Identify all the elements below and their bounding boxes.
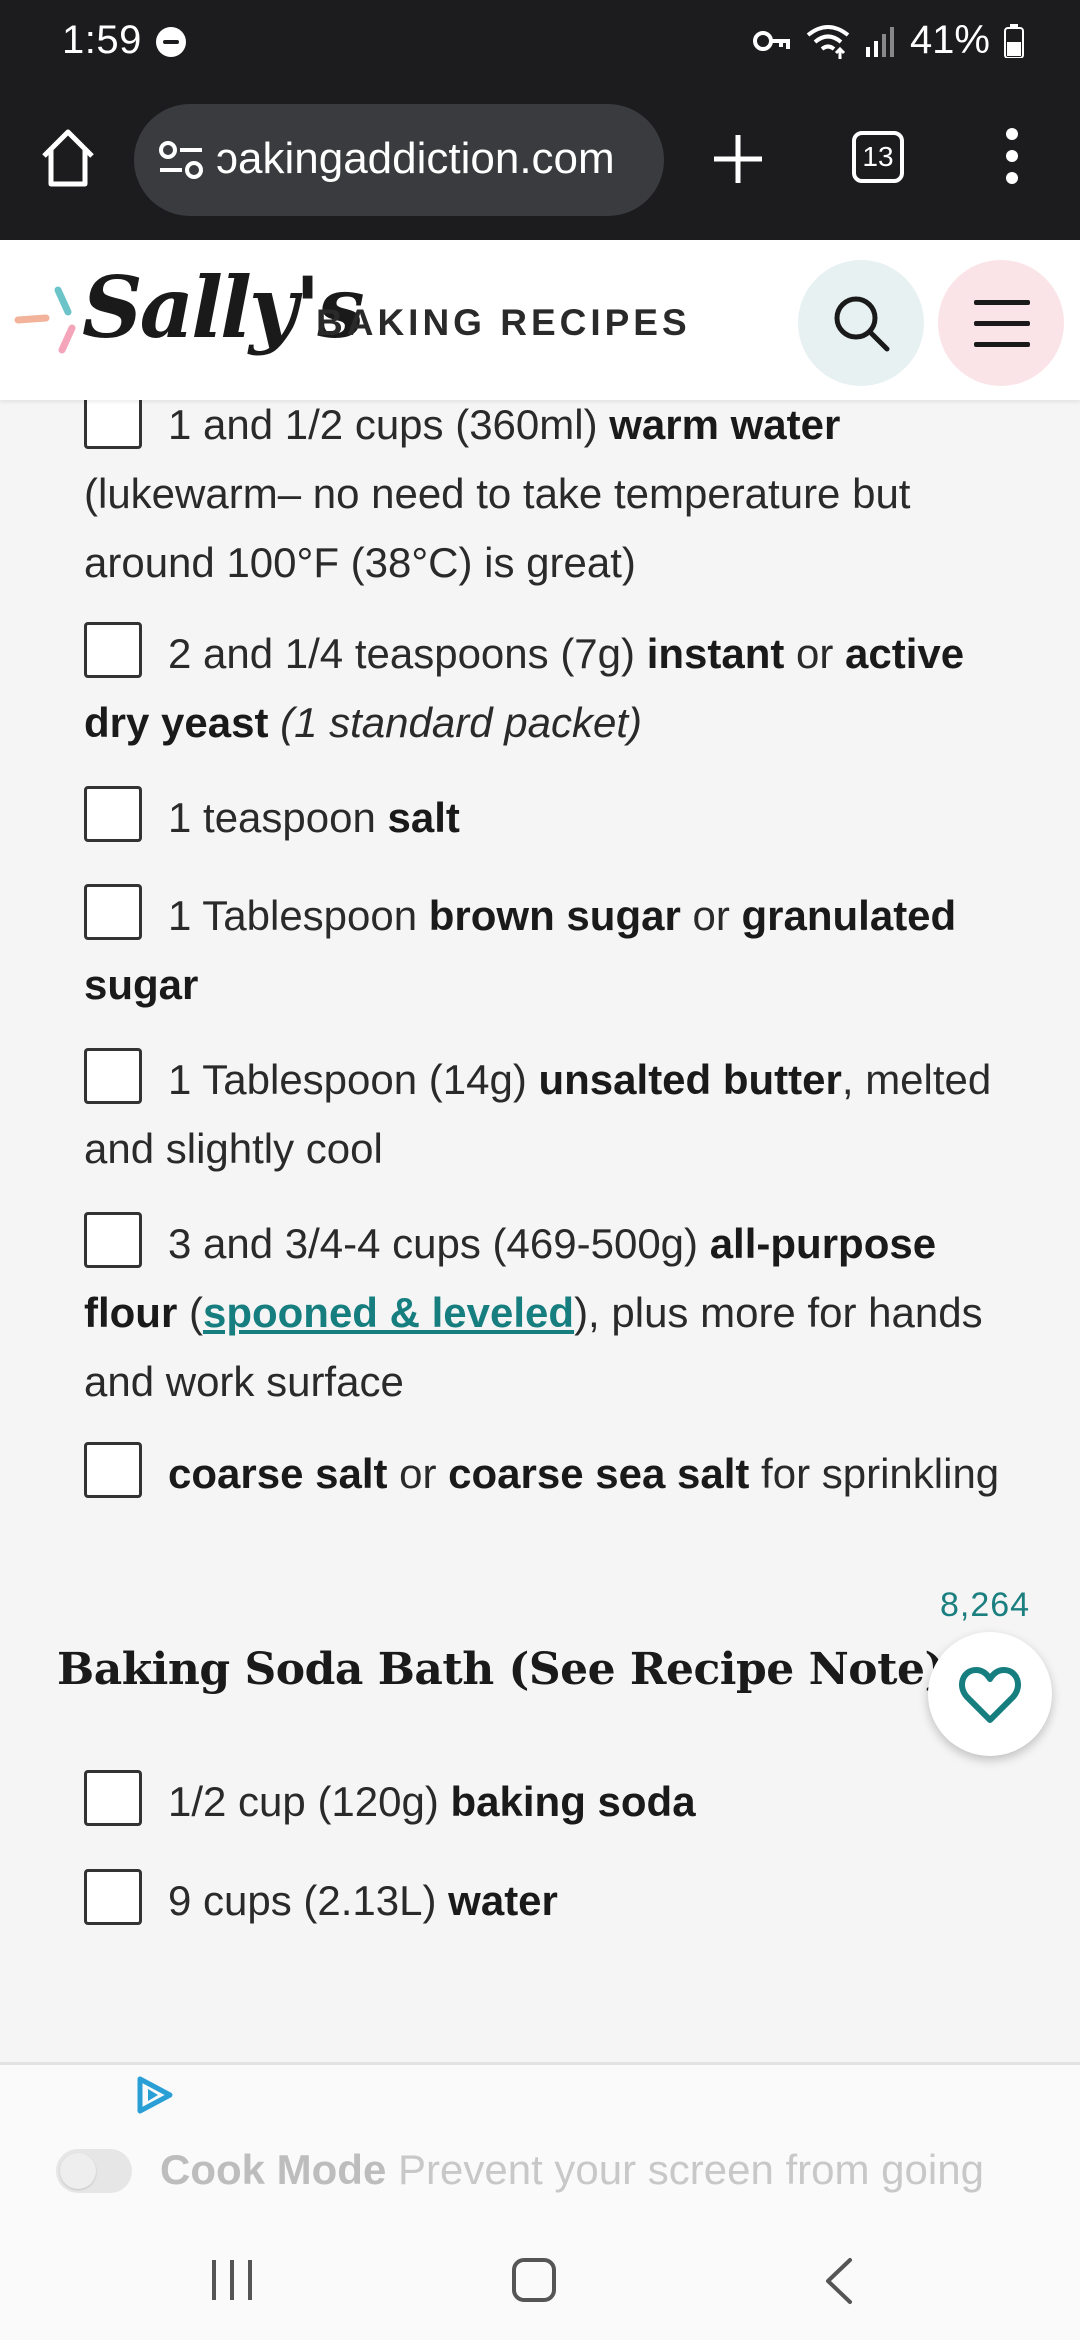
ingredient-name: brown sugar <box>428 892 681 939</box>
ingredient-name: salt <box>387 794 460 841</box>
ingredient-item: 2 and 1/4 teaspoons (7g) instant or acti… <box>84 619 1024 757</box>
ingredient-name: baking soda <box>450 1778 696 1825</box>
ingredient-item: 3 and 3/4-4 cups (469-500g) all-purpose … <box>84 1209 1024 1416</box>
ingredient-checkbox[interactable] <box>84 1869 142 1925</box>
ingredient-text: ( <box>177 1289 203 1336</box>
ingredient-text: 1/2 cup (120g) <box>168 1778 451 1825</box>
ingredient-item: coarse salt or coarse sea salt for sprin… <box>84 1439 1024 1508</box>
ingredient-checkbox[interactable] <box>84 393 142 449</box>
back-icon[interactable] <box>818 2256 858 2306</box>
plus-icon[interactable] <box>708 129 768 189</box>
vpn-key-icon <box>752 30 790 51</box>
url-bar[interactable]: ɔakingaddiction.com <box>134 104 664 216</box>
search-icon <box>834 296 890 352</box>
ingredient-text: or <box>680 892 742 939</box>
battery-percent: 41% <box>909 18 990 62</box>
ingredient-text: 1 and 1/2 cups (360ml) <box>168 401 610 448</box>
ingredient-checkbox[interactable] <box>84 786 142 842</box>
spooned-leveled-link[interactable]: spooned & leveled <box>203 1289 574 1336</box>
favorite-count: 8,264 <box>940 1586 1031 1624</box>
cook-mode-toggle[interactable] <box>56 2149 132 2193</box>
site-header: Sally's BAKING RECIPES <box>0 240 1080 400</box>
favorite-button[interactable] <box>928 1632 1052 1756</box>
ingredient-name: coarse salt <box>168 1450 388 1497</box>
system-nav-bar <box>0 2208 1080 2340</box>
recents-icon[interactable] <box>210 2260 254 2300</box>
ad-choices-icon[interactable] <box>134 2075 174 2115</box>
ingredient-checkbox[interactable] <box>84 1770 142 1826</box>
cook-mode-bar: Cook Mode Prevent your screen from going… <box>0 2062 1080 2208</box>
ingredient-name: warm water <box>609 401 841 448</box>
logo-sprinkles-icon <box>14 286 76 354</box>
ingredient-name: unsalted butter <box>538 1056 842 1103</box>
ingredient-checkbox[interactable] <box>84 1212 142 1268</box>
ingredient-text: (lukewarm– no need to take temperature b… <box>84 470 911 586</box>
ingredient-item: 1/2 cup (120g) baking soda <box>84 1767 1024 1836</box>
ingredient-text: or <box>387 1450 449 1497</box>
nav-home-icon[interactable] <box>512 2258 556 2302</box>
logo-subtitle[interactable]: BAKING RECIPES <box>316 302 691 344</box>
status-bar: 1:59 41% <box>0 0 1080 84</box>
ingredient-checkbox[interactable] <box>84 1442 142 1498</box>
browser-toolbar: ɔakingaddiction.com 13 <box>0 84 1080 240</box>
ingredient-checkbox[interactable] <box>84 1048 142 1104</box>
status-time: 1:59 <box>62 18 142 62</box>
ingredient-text: 1 Tablespoon <box>168 892 429 939</box>
section-title: Baking Soda Bath (See Recipe Note) <box>57 1644 945 1695</box>
ingredient-text: 3 and 3/4-4 cups (469-500g) <box>168 1220 710 1267</box>
battery-icon <box>1004 23 1024 58</box>
do-not-disturb-icon <box>156 27 186 57</box>
url-text[interactable]: ɔakingaddiction.com <box>216 134 615 184</box>
cook-mode-label: Cook Mode <box>160 2146 387 2193</box>
ingredient-name: coarse sea salt <box>448 1450 750 1497</box>
ingredient-item: 9 cups (2.13L) water <box>84 1866 1024 1935</box>
home-icon[interactable] <box>40 128 96 188</box>
ingredient-item: 1 Tablespoon brown sugar or granulated s… <box>84 881 1024 1019</box>
status-icons: 41% <box>752 18 1024 63</box>
tabs-icon[interactable]: 13 <box>852 131 904 183</box>
ingredient-name: water <box>448 1877 558 1924</box>
ingredient-text <box>268 699 280 746</box>
ingredient-text: 2 and 1/4 teaspoons (7g) <box>168 630 647 677</box>
hamburger-icon[interactable] <box>938 260 1064 386</box>
ingredient-text: 1 teaspoon <box>168 794 388 841</box>
ingredient-item: 1 and 1/2 cups (360ml) warm water (lukew… <box>84 390 1024 597</box>
tune-icon[interactable] <box>158 140 204 180</box>
ingredient-text: 9 cups (2.13L) <box>168 1877 449 1924</box>
wifi-icon <box>806 24 850 59</box>
signal-icon <box>865 26 894 57</box>
ingredient-text: 1 Tablespoon (14g) <box>168 1056 539 1103</box>
cook-mode-text: Cook Mode Prevent your screen from going… <box>160 2141 1040 2208</box>
ingredient-name: instant <box>646 630 785 677</box>
more-vert-icon[interactable] <box>1000 128 1024 192</box>
search-button[interactable] <box>798 260 924 386</box>
ingredient-item: 1 teaspoon salt <box>84 783 1024 852</box>
ingredient-text: for sprinkling <box>749 1450 1000 1497</box>
ingredient-item: 1 Tablespoon (14g) unsalted butter, melt… <box>84 1045 1024 1183</box>
ingredient-checkbox[interactable] <box>84 622 142 678</box>
ingredient-text: or <box>784 630 846 677</box>
ingredient-checkbox[interactable] <box>84 884 142 940</box>
heart-icon <box>959 1667 1021 1723</box>
ingredient-note: (1 standard packet) <box>280 699 642 746</box>
